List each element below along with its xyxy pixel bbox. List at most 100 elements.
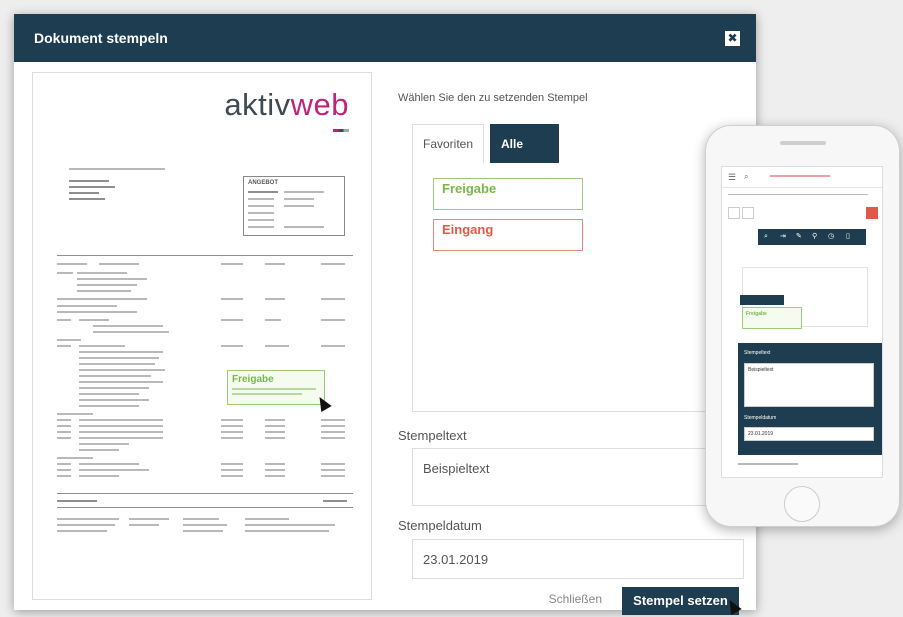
table-rule (57, 493, 353, 494)
doc-line (221, 298, 243, 300)
doc-line (57, 431, 71, 433)
stempeldatum-input[interactable]: 23.01.2019 (412, 539, 744, 579)
doc-line (79, 419, 163, 421)
menu-icon[interactable]: ☰ (728, 172, 736, 183)
mobile-icon[interactable] (728, 207, 740, 219)
doc-line (77, 290, 131, 292)
doc-line (321, 298, 345, 300)
document-preview: aktivweb ANGEBOT Freigabe (32, 72, 372, 600)
stamp-freigabe[interactable]: Freigabe (433, 178, 583, 210)
stamp-icon[interactable]: ⚲ (812, 232, 817, 240)
doc-line (57, 419, 71, 421)
zoom-icon[interactable]: ⌕ (764, 232, 768, 241)
mobile-icon[interactable] (742, 207, 754, 219)
doc-line (221, 419, 243, 421)
dialog-title: Dokument stempeln (34, 30, 168, 46)
select-icon[interactable]: ⇥ (780, 232, 786, 240)
doc-line (93, 331, 169, 333)
doc-line (57, 311, 137, 313)
doc-line (79, 405, 139, 407)
doc-line (221, 345, 243, 347)
doc-line (79, 381, 163, 383)
doc-line (265, 319, 281, 321)
doc-line (265, 437, 285, 439)
doc-line (79, 399, 149, 401)
search-icon[interactable]: ⌕ (744, 172, 748, 182)
doc-line (321, 475, 345, 477)
doc-line (79, 319, 109, 321)
home-button[interactable] (784, 486, 820, 522)
doc-line (265, 419, 285, 421)
doc-line (221, 475, 243, 477)
table-rule (57, 255, 353, 256)
phone-speaker (780, 141, 826, 145)
placed-stamp[interactable]: Freigabe (227, 370, 325, 405)
doc-line (79, 387, 149, 389)
doc-line (69, 186, 115, 188)
doc-line (265, 469, 285, 471)
stamp-eingang[interactable]: Eingang (433, 219, 583, 251)
doc-line (79, 431, 163, 433)
doc-line (57, 339, 81, 341)
phone-screen: ☰ ⌕ ⌕ ⇥ ✎ ⚲ ◷ ▯ Freigabe Stempeltext Bei… (721, 166, 883, 478)
doc-line (57, 463, 71, 465)
aktivweb-logo: aktivweb (224, 87, 349, 122)
doc-line (57, 298, 147, 300)
doc-line (79, 425, 163, 427)
doc-line (57, 413, 93, 415)
trash-icon[interactable]: ▯ (846, 232, 850, 240)
close-icon[interactable] (866, 207, 878, 219)
doc-line (221, 469, 243, 471)
stamp-settings-panel: Wählen Sie den zu setzenden Stempel Favo… (396, 72, 744, 616)
doc-line (57, 272, 73, 274)
doc-line (69, 168, 165, 170)
doc-line (321, 425, 345, 427)
doc-line (221, 463, 243, 465)
doc-line (221, 263, 243, 265)
phone-mockup: ☰ ⌕ ⌕ ⇥ ✎ ⚲ ◷ ▯ Freigabe Stempeltext Bei… (705, 125, 900, 527)
doc-line (57, 425, 71, 427)
doc-line (69, 192, 99, 194)
set-stamp-button[interactable]: Stempel setzen (622, 587, 739, 615)
stempeltext-textarea[interactable]: Beispieltext (412, 448, 744, 506)
pen-icon[interactable]: ✎ (796, 232, 802, 240)
mobile-stamp[interactable]: Freigabe (742, 307, 802, 329)
doc-line (321, 419, 345, 421)
close-icon[interactable]: ✖ (725, 31, 740, 46)
tab-favoriten[interactable]: Favoriten (412, 124, 485, 163)
doc-line (79, 363, 155, 365)
doc-line (265, 475, 285, 477)
doc-line (93, 325, 163, 327)
doc-line (57, 319, 71, 321)
mobile-toolbar: ⌕ ⇥ ✎ ⚲ ◷ ▯ (758, 229, 866, 245)
mobile-text-input[interactable]: Beispieltext (744, 363, 874, 407)
doc-line (321, 437, 345, 439)
mobile-date-input[interactable]: 23.01.2019 (744, 427, 874, 441)
doc-line (321, 263, 345, 265)
doc-line (265, 345, 289, 347)
doc-line (77, 272, 127, 274)
doc-line (221, 425, 243, 427)
tab-alle-stempel[interactable]: Alle Stempel (490, 124, 559, 189)
total-label (57, 500, 97, 502)
stamp-list: Freigabe ★ Eingang ★ (412, 161, 744, 412)
doc-line (57, 469, 71, 471)
doc-line (221, 431, 243, 433)
offer-box: ANGEBOT (243, 176, 345, 236)
doc-line (321, 319, 345, 321)
clock-icon[interactable]: ◷ (828, 232, 834, 240)
doc-line (77, 278, 147, 280)
stempeltext-label: Stempeltext (398, 428, 467, 443)
table-rule (57, 507, 353, 508)
doc-line (57, 457, 93, 459)
doc-line (265, 263, 285, 265)
doc-line (221, 319, 243, 321)
doc-line (79, 475, 119, 477)
doc-line (321, 469, 345, 471)
logo-dots (333, 129, 349, 132)
close-button[interactable]: Schließen (549, 592, 602, 606)
doc-line (57, 437, 71, 439)
doc-line (79, 357, 159, 359)
mobile-stamp-form: Stempeltext Beispieltext Stempeldatum 23… (738, 343, 882, 455)
doc-line (77, 284, 137, 286)
